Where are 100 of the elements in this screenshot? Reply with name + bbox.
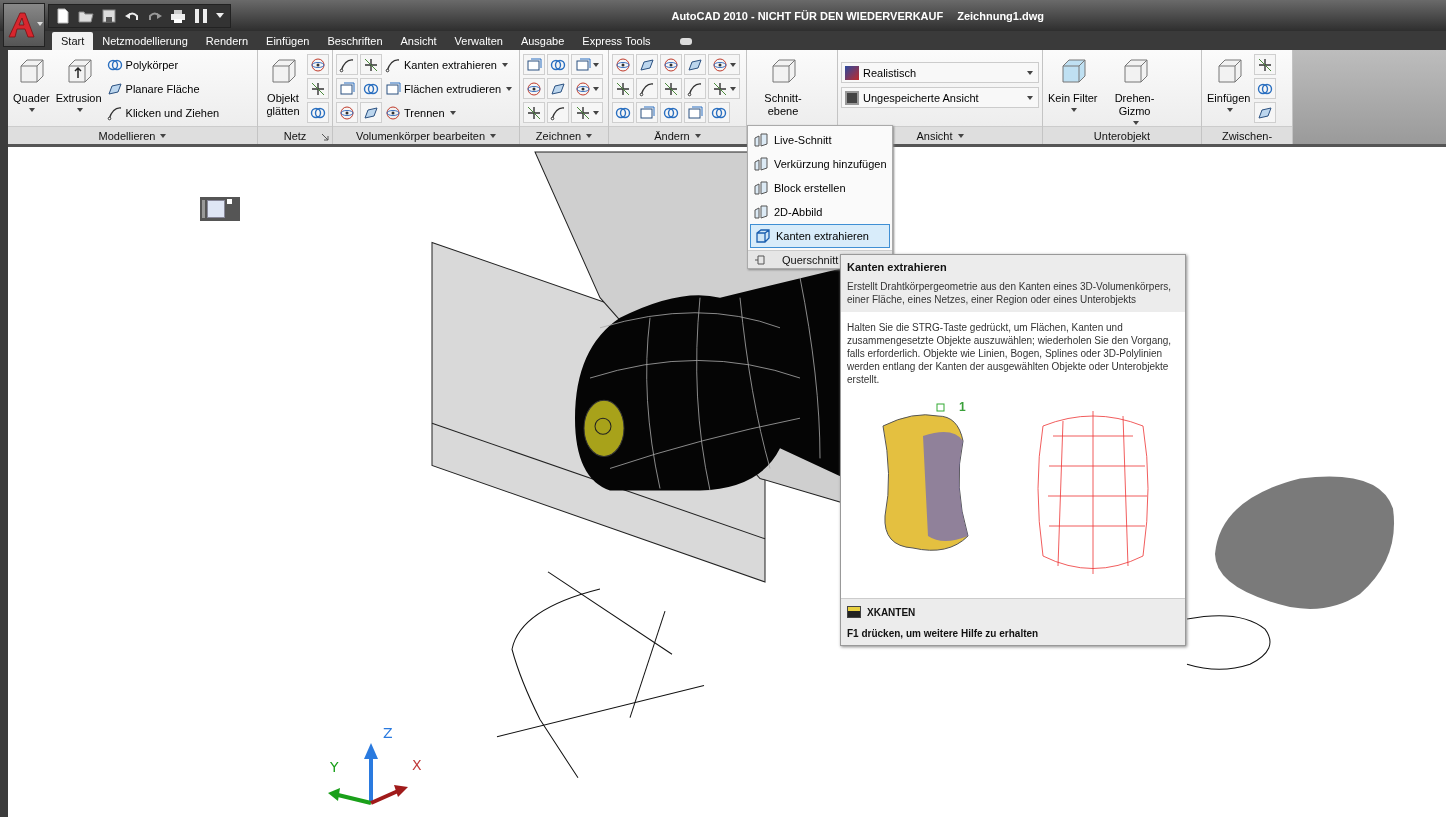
panel-title: Unterobjekt <box>1093 129 1151 142</box>
large-tool-button[interactable]: Kein Filter <box>1046 54 1100 117</box>
icon-button[interactable] <box>336 102 358 123</box>
dropdown-field[interactable]: Ungespeicherte Ansicht <box>841 87 1039 108</box>
ribbon-tab[interactable]: Rendern <box>196 32 258 50</box>
icon-button[interactable] <box>684 54 706 75</box>
ribbon-tab[interactable]: Express Tools <box>573 32 660 50</box>
large-tool-button[interactable]: Objekt glätten <box>261 54 305 120</box>
pause-icon[interactable] <box>193 7 209 24</box>
help-hint: F1 drücken, um weitere Hilfe zu erhalten <box>847 628 1040 639</box>
icon-button[interactable] <box>360 102 382 123</box>
menu-item[interactable]: Block erstellen <box>748 176 892 200</box>
tool-icon <box>687 104 703 121</box>
icon-button[interactable] <box>660 78 682 99</box>
large-tool-button[interactable]: Schnitt-ebene <box>750 54 816 120</box>
print-icon[interactable] <box>170 7 186 24</box>
menu-item[interactable]: Kanten extrahieren <box>750 224 890 248</box>
section-icon <box>753 156 769 172</box>
tool-button[interactable]: Polykörper <box>105 54 221 75</box>
tool-icon <box>663 80 679 97</box>
large-tool-button[interactable]: Extrusion <box>53 54 104 117</box>
tool-button[interactable]: Planare Fläche <box>105 78 221 99</box>
ribbon-tab[interactable]: Einfügen <box>257 32 319 50</box>
tool-icon <box>615 56 631 73</box>
menu-item[interactable]: 2D-Abbild <box>748 200 892 224</box>
icon-button[interactable] <box>636 78 658 99</box>
tool-icon <box>687 80 703 97</box>
panel-title[interactable]: Ändern <box>654 129 690 142</box>
icon-button[interactable] <box>1254 54 1277 75</box>
tool-button[interactable]: Trennen <box>384 102 514 123</box>
panel-title[interactable]: Modellieren <box>98 129 156 142</box>
icon-button[interactable] <box>547 78 569 99</box>
icon-button[interactable] <box>547 54 569 75</box>
menu-item[interactable]: Live-Schnitt <box>748 128 892 152</box>
icon-button[interactable] <box>571 78 603 99</box>
dropdown-field[interactable]: Realistisch <box>841 62 1039 83</box>
ribbon-tab[interactable]: Netzmodellierung <box>93 32 197 50</box>
panel-title[interactable]: Volumenkörper bearbeiten <box>356 129 485 142</box>
icon-button[interactable] <box>708 78 740 99</box>
tool-icon <box>106 80 123 97</box>
minimize-ribbon-icon[interactable] <box>679 38 692 45</box>
tool-icon <box>339 56 355 73</box>
large-tool-button[interactable]: Quader <box>11 54 52 117</box>
icon-button[interactable] <box>684 78 706 99</box>
icon-button[interactable] <box>1254 102 1277 123</box>
icon-button[interactable] <box>612 78 634 99</box>
icon-button[interactable] <box>307 54 329 75</box>
icon-button[interactable] <box>360 78 382 99</box>
tool-icon <box>526 80 542 97</box>
icon-button[interactable] <box>360 54 382 75</box>
large-tool-button[interactable]: Einfügen <box>1205 54 1253 117</box>
tool-icon <box>363 56 379 73</box>
icon-button[interactable] <box>708 54 740 75</box>
tooltip-title: Kanten extrahieren <box>847 261 948 273</box>
tool-icon <box>363 104 379 121</box>
ribbon-tab[interactable]: Ausgabe <box>511 32 574 50</box>
ribbon-tab[interactable]: Start <box>52 32 94 50</box>
icon-button[interactable] <box>1254 78 1277 99</box>
icon-button[interactable] <box>307 78 329 99</box>
floating-toolbar-icon[interactable] <box>200 197 240 221</box>
tool-icon <box>550 104 566 121</box>
command-name: XKANTEN <box>867 606 916 618</box>
panel-title[interactable]: Zeichnen <box>535 129 582 142</box>
icon-button[interactable] <box>307 102 329 123</box>
ribbon-tab[interactable]: Ansicht <box>391 32 446 50</box>
view-icon <box>845 90 859 105</box>
icon-button[interactable] <box>571 54 603 75</box>
icon-button[interactable] <box>708 102 730 123</box>
save-icon[interactable] <box>101 7 117 24</box>
icon-button[interactable] <box>612 102 634 123</box>
section-icon <box>753 132 769 148</box>
icon-button[interactable] <box>612 54 634 75</box>
icon-button[interactable] <box>523 102 545 123</box>
icon-button[interactable] <box>660 102 682 123</box>
tool-icon <box>310 56 326 73</box>
panel-title[interactable]: Ansicht <box>916 129 953 142</box>
tool-icon <box>712 56 728 73</box>
menu-item[interactable]: Verkürzung hinzufügen <box>748 152 892 176</box>
logo-icon <box>5 10 36 40</box>
tool-icon <box>639 56 655 73</box>
tool-button[interactable]: Klicken und Ziehen <box>105 102 221 123</box>
icon-button[interactable] <box>336 54 358 75</box>
application-menu-button[interactable] <box>3 3 45 47</box>
new-file-icon[interactable] <box>55 7 71 24</box>
icon-button[interactable] <box>571 102 603 123</box>
section-icon <box>753 204 769 220</box>
dialog-launcher-icon[interactable] <box>321 133 329 141</box>
tool-button[interactable]: Flächen extrudieren <box>384 78 514 99</box>
tool-icon <box>550 80 566 97</box>
ribbon-tab[interactable]: Verwalten <box>445 32 512 50</box>
tool-icon <box>639 104 655 121</box>
pin-icon[interactable] <box>754 253 766 266</box>
tool-button[interactable]: Kanten extrahieren <box>384 54 514 75</box>
icon-button[interactable] <box>660 54 682 75</box>
ribbon-tab[interactable]: Beschriften <box>318 32 392 50</box>
tool-icon <box>385 80 401 97</box>
icon-button[interactable] <box>523 78 545 99</box>
tool-icon <box>575 56 591 73</box>
icon-button[interactable] <box>547 102 569 123</box>
icon-button[interactable] <box>636 54 658 75</box>
